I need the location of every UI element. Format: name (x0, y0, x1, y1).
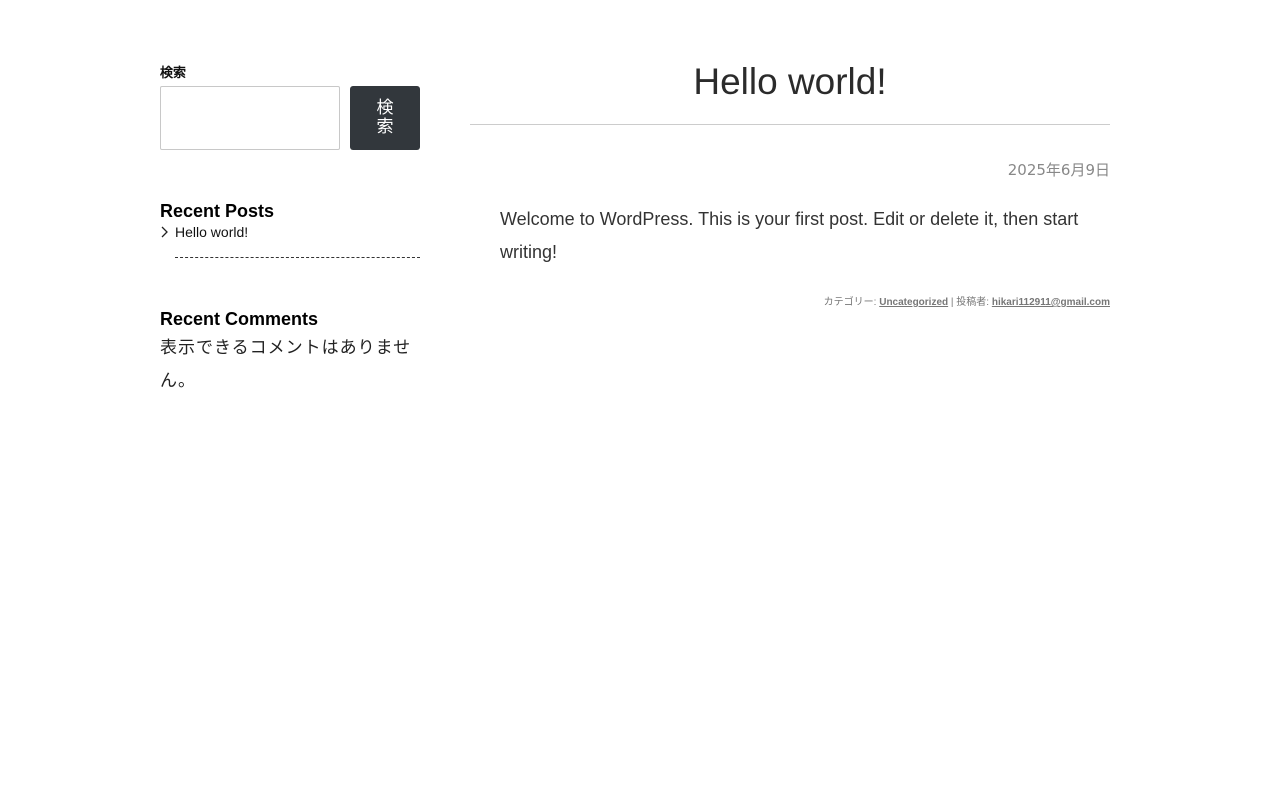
search-widget: 検索 検索 (160, 64, 420, 150)
recent-posts-list: Hello world! (160, 222, 420, 258)
recent-posts-title: Recent Posts (160, 201, 275, 221)
author-label: 投稿者: (956, 297, 992, 308)
recent-comments-title: Recent Comments (160, 309, 319, 329)
recent-comments-widget: Recent Comments 表示できるコメントはありません。 (160, 308, 420, 398)
category-link[interactable]: Uncategorized (879, 297, 948, 308)
page: 検索 検索 Recent Posts Hello world! Recent C… (0, 0, 1280, 800)
no-comments-text: 表示できるコメントはありません。 (160, 338, 412, 391)
author-link[interactable]: hikari112911@gmail.com (992, 297, 1110, 308)
search-label: 検索 (160, 65, 187, 80)
chevron-right-icon (161, 226, 168, 238)
post-article: Hello world! 2025年6月9日 Welcome to WordPr… (470, 58, 1110, 310)
sidebar: 検索 検索 Recent Posts Hello world! Recent C… (160, 64, 420, 398)
recent-posts-widget: Recent Posts Hello world! (160, 200, 420, 258)
recent-post-link[interactable]: Hello world! (175, 224, 248, 240)
post-title: Hello world! (470, 58, 1110, 125)
post-content: Welcome to WordPress. This is your first… (500, 209, 1079, 262)
category-label: カテゴリー: (823, 297, 880, 308)
list-item: Hello world! (161, 222, 420, 258)
search-row: 検索 (160, 86, 420, 150)
post-meta: カテゴリー: Uncategorized | 投稿者: hikari112911… (470, 296, 1110, 310)
post-date: 2025年6月9日 (1007, 161, 1110, 179)
search-button[interactable]: 検索 (350, 86, 420, 150)
search-input[interactable] (160, 86, 340, 150)
